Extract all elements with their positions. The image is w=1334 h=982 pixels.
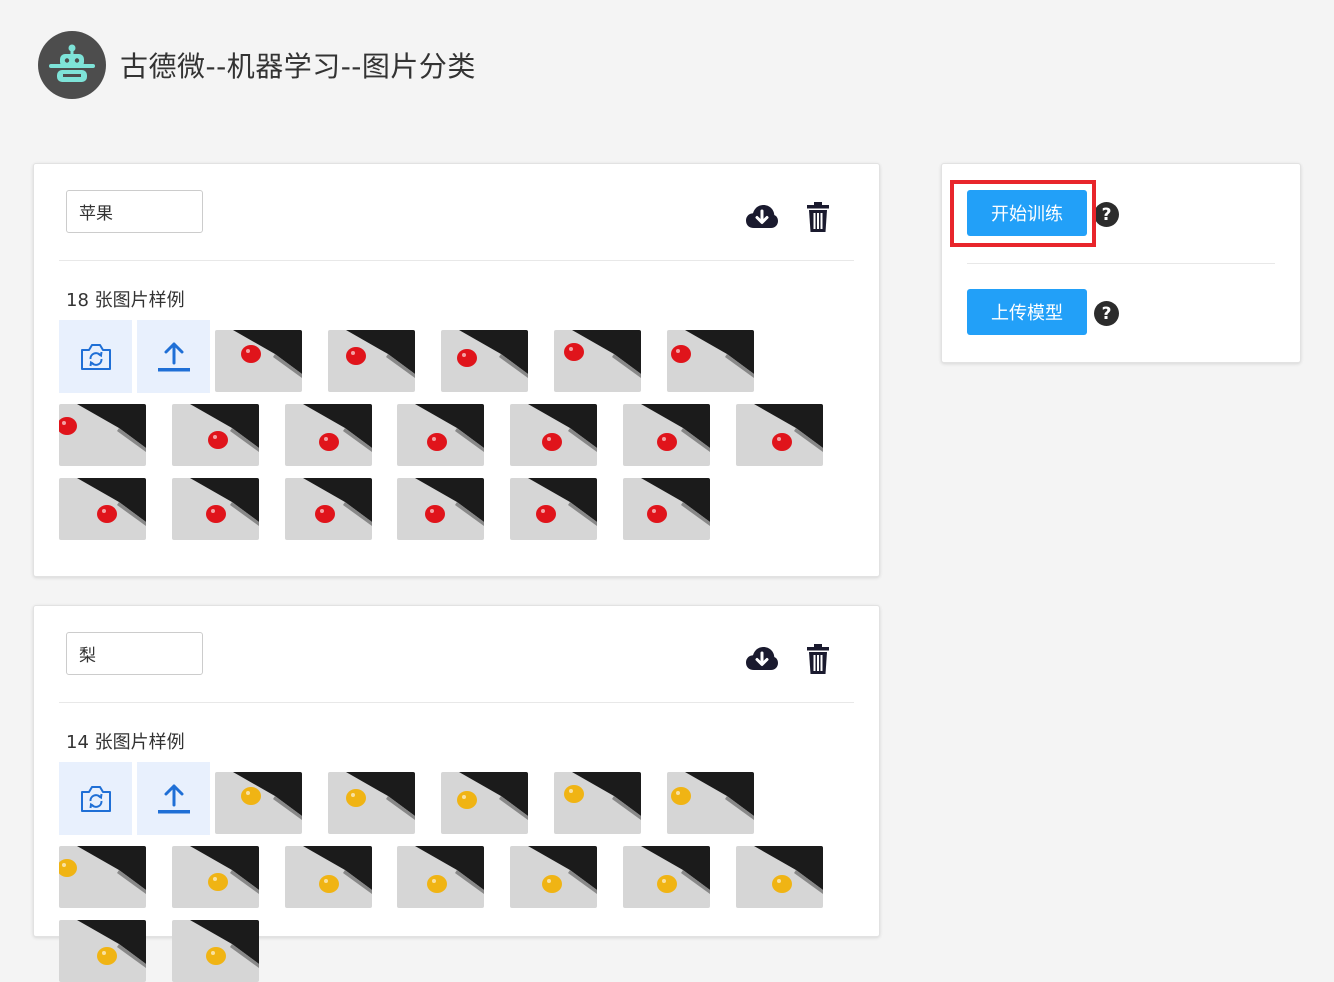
sample-image-thumbnail[interactable]: [328, 772, 415, 834]
sample-image-thumbnail[interactable]: [510, 404, 597, 466]
sample-image-thumbnail[interactable]: [397, 404, 484, 466]
camera-switch-icon[interactable]: [59, 762, 132, 835]
class-card-apple: 18 张图片样例: [33, 163, 880, 577]
sample-image-thumbnail[interactable]: [623, 846, 710, 908]
sample-image-thumbnail[interactable]: [59, 478, 146, 540]
sample-image-thumbnail[interactable]: [59, 920, 146, 982]
sample-image-thumbnail[interactable]: [736, 846, 823, 908]
cloud-download-icon[interactable]: [745, 200, 779, 234]
app-header: 古德微--机器学习--图片分类: [38, 31, 476, 99]
class-name-input[interactable]: [66, 632, 203, 675]
trash-icon[interactable]: [801, 642, 835, 676]
sample-image-thumbnail[interactable]: [172, 404, 259, 466]
question-circle-icon[interactable]: ?: [1094, 301, 1119, 326]
sample-image-thumbnail[interactable]: [510, 478, 597, 540]
camera-switch-icon[interactable]: [59, 320, 132, 393]
sample-image-thumbnail[interactable]: [59, 846, 146, 908]
training-panel: 开始训练 ? 上传模型 ?: [941, 163, 1301, 363]
sample-image-thumbnail[interactable]: [397, 846, 484, 908]
sample-image-thumbnail[interactable]: [667, 330, 754, 392]
app-title: 古德微--机器学习--图片分类: [120, 50, 476, 83]
sample-image-thumbnail[interactable]: [736, 404, 823, 466]
trash-icon[interactable]: [801, 200, 835, 234]
card-actions: [745, 642, 835, 676]
sample-image-thumbnail[interactable]: [285, 478, 372, 540]
sample-image-thumbnail[interactable]: [554, 330, 641, 392]
sample-image-thumbnail[interactable]: [328, 330, 415, 392]
upload-icon[interactable]: [137, 762, 210, 835]
sample-image-thumbnail[interactable]: [285, 404, 372, 466]
sample-image-thumbnail[interactable]: [59, 404, 146, 466]
sample-image-thumbnail[interactable]: [441, 330, 528, 392]
divider: [59, 260, 854, 261]
sample-image-thumbnail[interactable]: [172, 846, 259, 908]
class-card-pear: 14 张图片样例: [33, 605, 880, 982]
sample-image-thumbnail[interactable]: [215, 772, 302, 834]
divider: [59, 702, 854, 703]
cloud-download-icon[interactable]: [745, 642, 779, 676]
sample-image-thumbnail[interactable]: [667, 772, 754, 834]
sample-count-label: 14 张图片样例: [66, 732, 185, 753]
card-actions: [745, 200, 835, 234]
start-training-button[interactable]: 开始训练: [967, 190, 1087, 236]
upload-model-button[interactable]: 上传模型: [967, 289, 1087, 335]
divider: [967, 263, 1275, 264]
sample-image-thumbnail[interactable]: [441, 772, 528, 834]
robot-icon: [38, 31, 106, 99]
sample-image-thumbnail[interactable]: [285, 846, 372, 908]
upload-icon[interactable]: [137, 320, 210, 393]
sample-image-thumbnail[interactable]: [397, 478, 484, 540]
sample-image-thumbnail[interactable]: [172, 478, 259, 540]
sample-image-thumbnail[interactable]: [623, 478, 710, 540]
sample-image-thumbnail[interactable]: [623, 404, 710, 466]
sample-image-thumbnail[interactable]: [510, 846, 597, 908]
sample-count-label: 18 张图片样例: [66, 290, 185, 311]
sample-image-thumbnail[interactable]: [215, 330, 302, 392]
class-name-input[interactable]: [66, 190, 203, 233]
sample-image-thumbnail[interactable]: [172, 920, 259, 982]
question-circle-icon[interactable]: ?: [1094, 202, 1119, 227]
sample-image-thumbnail[interactable]: [554, 772, 641, 834]
